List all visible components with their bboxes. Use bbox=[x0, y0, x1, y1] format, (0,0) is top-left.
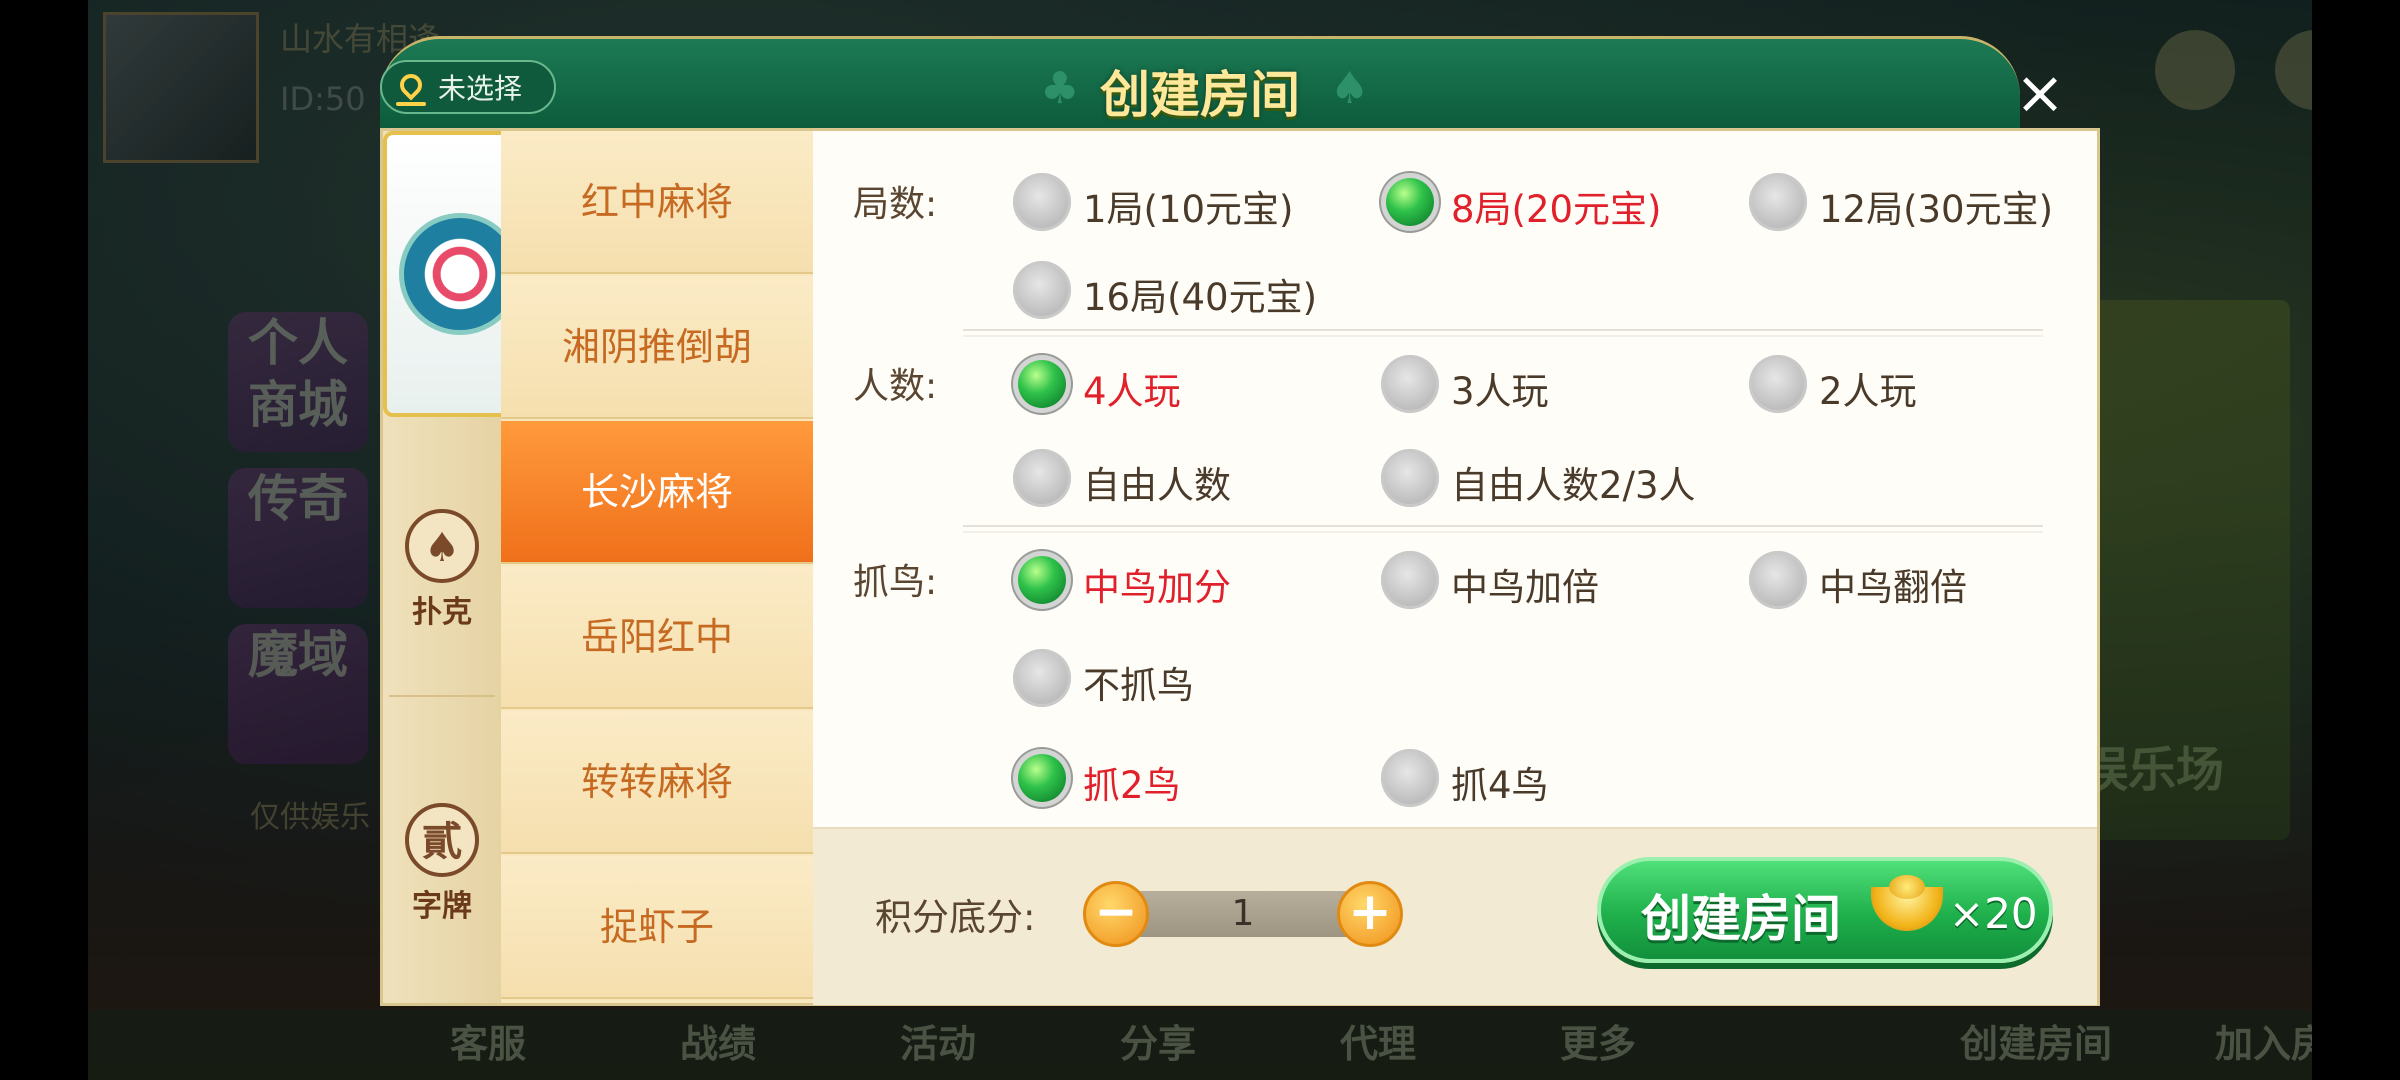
game-item-xiangyin[interactable]: 湘阴推倒胡 bbox=[501, 276, 813, 419]
radio-label: 中鸟加分 bbox=[1083, 566, 1231, 609]
dialog-title: 创建房间 bbox=[1100, 66, 1300, 124]
radio-label: 2人玩 bbox=[1819, 370, 1917, 413]
category-label-poker: 扑克 bbox=[412, 595, 472, 630]
radio-icon bbox=[1013, 649, 1071, 707]
radio-icon bbox=[1013, 173, 1071, 231]
create-room-button[interactable]: 创建房间 ×20 bbox=[1597, 857, 2053, 963]
spade-icon: ♠ bbox=[405, 509, 479, 583]
base-score-value: 1 bbox=[1231, 893, 1255, 934]
players-label: 人数: bbox=[853, 366, 938, 407]
radio-selected-icon bbox=[1013, 551, 1071, 609]
radio-label: 8局(20元宝) bbox=[1451, 188, 1662, 231]
rounds-label: 局数: bbox=[853, 184, 938, 225]
game-item-hongzhong[interactable]: 红中麻将 bbox=[501, 131, 813, 274]
category-label-zipai: 字牌 bbox=[412, 889, 472, 924]
create-room-panel: ♠ 扑克 貳 字牌 红中麻将 湘阴推倒胡 长沙麻将 岳阳红中 转转麻将 捉虾子 … bbox=[380, 128, 2100, 1006]
radio-selected-icon bbox=[1381, 173, 1439, 231]
radio-label: 1局(10元宝) bbox=[1083, 188, 1294, 231]
location-pin-icon bbox=[395, 69, 427, 101]
increase-button[interactable]: + bbox=[1337, 881, 1403, 947]
game-item-zhuoxiazi[interactable]: 捉虾子 bbox=[501, 856, 813, 999]
bird-label: 抓鸟: bbox=[853, 562, 938, 603]
radio-icon bbox=[1013, 261, 1071, 319]
radio-icon bbox=[1381, 355, 1439, 413]
section-divider bbox=[963, 329, 2043, 337]
radio-label: 自由人数 bbox=[1083, 464, 1231, 507]
base-score-stepper: 1 − + bbox=[1083, 881, 1403, 947]
options-area: 局数: 1局(10元宝) 8局(20元宝) 12局(30元宝) 16局(40元宝… bbox=[813, 131, 2097, 827]
close-button[interactable]: × bbox=[2005, 58, 2075, 128]
dialog-header: ♣ ♠ 创建房间 bbox=[380, 36, 2020, 133]
game-item-zhuanzhuan[interactable]: 转转麻将 bbox=[501, 711, 813, 854]
radio-icon bbox=[1013, 449, 1071, 507]
radio-label: 12局(30元宝) bbox=[1819, 188, 2054, 231]
location-pin-base-icon bbox=[396, 102, 426, 106]
radio-label: 自由人数2/3人 bbox=[1451, 464, 1696, 507]
radio-label: 4人玩 bbox=[1083, 370, 1181, 413]
create-room-cost: ×20 bbox=[1949, 889, 2038, 938]
category-tab-poker[interactable]: ♠ 扑克 bbox=[383, 509, 501, 631]
section-divider bbox=[963, 525, 2043, 533]
game-item-yueyang[interactable]: 岳阳红中 bbox=[501, 566, 813, 709]
location-selector[interactable]: 未选择 bbox=[380, 60, 556, 114]
category-divider bbox=[389, 695, 495, 697]
location-label: 未选择 bbox=[438, 72, 523, 105]
radio-label: 抓2鸟 bbox=[1083, 764, 1181, 807]
right-letterbox bbox=[2312, 0, 2400, 1080]
radio-label: 3人玩 bbox=[1451, 370, 1549, 413]
radio-icon bbox=[1749, 173, 1807, 231]
category-tab-zipai[interactable]: 貳 字牌 bbox=[383, 803, 501, 925]
radio-label: 中鸟加倍 bbox=[1451, 566, 1599, 609]
radio-selected-icon bbox=[1013, 355, 1071, 413]
radio-icon bbox=[1749, 355, 1807, 413]
game-list: 红中麻将 湘阴推倒胡 长沙麻将 岳阳红中 转转麻将 捉虾子 bbox=[501, 131, 816, 1003]
radio-icon bbox=[1381, 449, 1439, 507]
radio-icon bbox=[1381, 551, 1439, 609]
zipai-icon: 貳 bbox=[405, 803, 479, 877]
game-item-changsha[interactable]: 长沙麻将 bbox=[501, 421, 813, 564]
radio-label: 中鸟翻倍 bbox=[1819, 566, 1967, 609]
radio-label: 不抓鸟 bbox=[1083, 664, 1194, 707]
create-room-label: 创建房间 bbox=[1641, 890, 1841, 948]
decrease-button[interactable]: − bbox=[1083, 881, 1149, 947]
radio-icon bbox=[1381, 749, 1439, 807]
base-score-label: 积分底分: bbox=[875, 896, 1036, 939]
left-letterbox bbox=[0, 0, 88, 1080]
radio-selected-icon bbox=[1013, 749, 1071, 807]
dialog-footer: 积分底分: 1 − + 创建房间 ×20 bbox=[813, 827, 2097, 1005]
radio-label: 抓4鸟 bbox=[1451, 764, 1549, 807]
gold-ingot-top-icon bbox=[1889, 875, 1925, 899]
radio-label: 16局(40元宝) bbox=[1083, 276, 1318, 319]
radio-icon bbox=[1749, 551, 1807, 609]
